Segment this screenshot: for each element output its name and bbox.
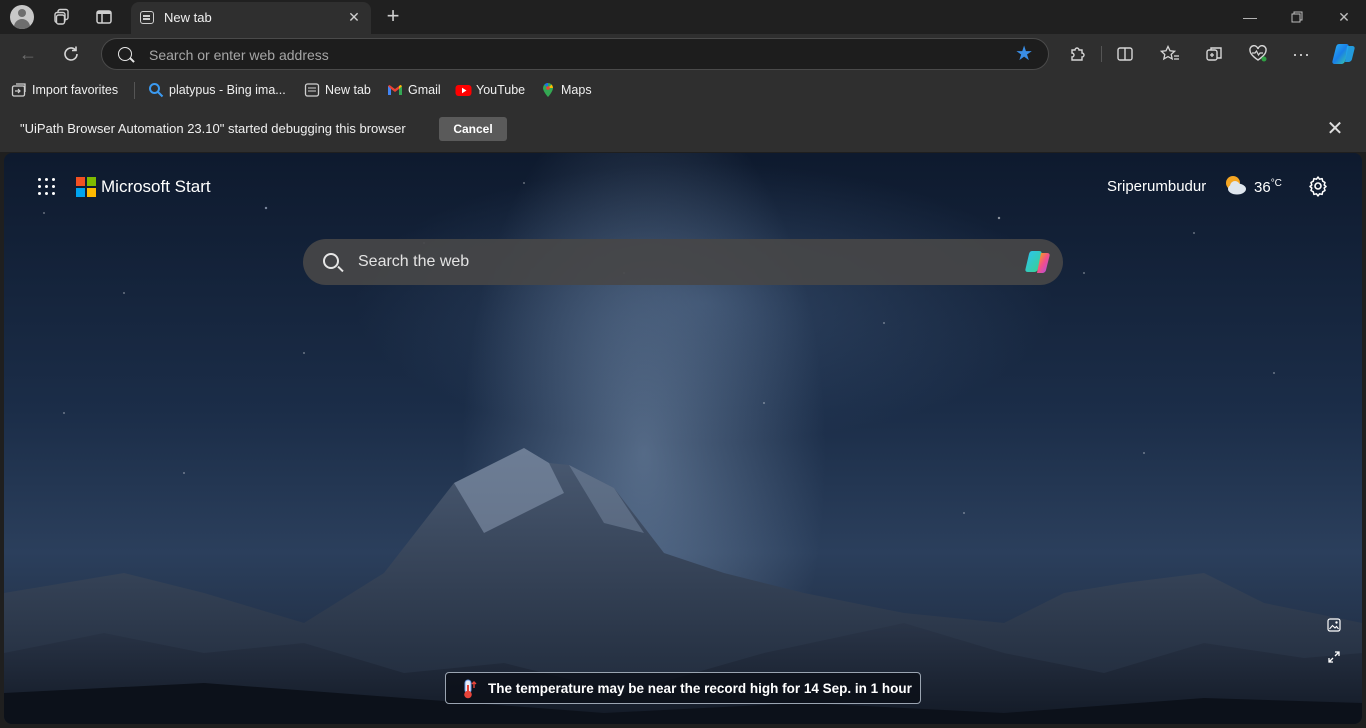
back-arrow-icon[interactable]: ← bbox=[16, 42, 40, 66]
weather-temperature[interactable]: 36°C bbox=[1254, 178, 1282, 196]
search-icon bbox=[118, 47, 132, 61]
microsoft-start-brand[interactable]: Microsoft Start bbox=[101, 177, 211, 197]
favorites-divider bbox=[134, 82, 135, 99]
new-tab-page-icon bbox=[304, 82, 320, 98]
expand-icon[interactable] bbox=[1327, 650, 1343, 666]
minimize-icon[interactable]: — bbox=[1236, 6, 1264, 28]
weather-alert-notice[interactable]: The temperature may be near the record h… bbox=[445, 672, 921, 704]
browser-toolbar: ← ★ ··· bbox=[0, 34, 1366, 74]
favorite-gmail[interactable]: Gmail bbox=[387, 81, 441, 99]
favorites-bar: Import favorites platypus - Bing ima... … bbox=[0, 74, 1366, 106]
copilot-icon[interactable] bbox=[1023, 247, 1053, 277]
maps-icon bbox=[540, 82, 556, 98]
web-search-input[interactable] bbox=[358, 252, 998, 272]
address-input[interactable] bbox=[149, 45, 989, 65]
background-image-icon[interactable] bbox=[1327, 618, 1343, 634]
favorite-star-icon[interactable]: ★ bbox=[1015, 43, 1033, 65]
favorite-label: Gmail bbox=[408, 83, 441, 97]
split-screen-icon[interactable] bbox=[1113, 42, 1137, 66]
favorite-import[interactable]: Import favorites bbox=[11, 81, 118, 99]
debugging-infobar: "UiPath Browser Automation 23.10" starte… bbox=[0, 106, 1366, 152]
vertical-tabs-icon[interactable] bbox=[93, 6, 115, 28]
favorites-icon[interactable] bbox=[1158, 42, 1182, 66]
close-tab-icon[interactable]: ✕ bbox=[345, 8, 363, 26]
import-favorites-icon bbox=[11, 82, 27, 98]
favorite-bing-images[interactable]: platypus - Bing ima... bbox=[148, 81, 286, 99]
new-tab-page: Microsoft Start Sriperumbudur 36°C Searc… bbox=[4, 153, 1362, 724]
favorite-label: YouTube bbox=[476, 83, 526, 97]
extensions-icon[interactable] bbox=[1065, 42, 1089, 66]
tab-new-tab[interactable]: New tab ✕ bbox=[131, 2, 371, 34]
weather-location[interactable]: Sriperumbudur bbox=[1107, 178, 1206, 195]
app-launcher-icon[interactable] bbox=[38, 178, 58, 198]
collections-icon[interactable] bbox=[1202, 42, 1226, 66]
refresh-icon[interactable] bbox=[59, 42, 83, 66]
address-bar[interactable]: ★ bbox=[101, 38, 1049, 70]
microsoft-logo-icon bbox=[76, 177, 96, 197]
search-icon bbox=[323, 253, 339, 269]
more-options-icon[interactable]: ··· bbox=[1289, 42, 1313, 66]
favorite-youtube[interactable]: YouTube bbox=[455, 81, 525, 99]
profile-avatar[interactable] bbox=[10, 5, 34, 29]
favorite-label: Maps bbox=[561, 83, 592, 97]
favorite-label: platypus - Bing ima... bbox=[169, 83, 286, 97]
copilot-icon[interactable] bbox=[1331, 41, 1357, 67]
gmail-icon bbox=[387, 82, 403, 98]
web-search-box[interactable] bbox=[303, 239, 1063, 285]
workspaces-icon[interactable] bbox=[51, 6, 73, 28]
bing-search-icon bbox=[148, 82, 164, 98]
favorite-label: New tab bbox=[325, 83, 371, 97]
thermometer-icon bbox=[464, 679, 477, 699]
title-bar: New tab ✕ + — ✕ bbox=[0, 0, 1366, 34]
weather-alert-text: The temperature may be near the record h… bbox=[488, 681, 912, 696]
temperature-value: 36 bbox=[1254, 179, 1271, 196]
temperature-unit: °C bbox=[1270, 178, 1282, 189]
page-settings-gear-icon[interactable] bbox=[1307, 175, 1329, 197]
tab-title: New tab bbox=[164, 10, 212, 25]
restore-icon[interactable] bbox=[1283, 6, 1311, 28]
favorite-maps[interactable]: Maps bbox=[540, 81, 592, 99]
new-tab-page-icon bbox=[140, 11, 154, 24]
close-infobar-icon[interactable]: ✕ bbox=[1323, 117, 1347, 141]
close-window-icon[interactable]: ✕ bbox=[1330, 6, 1358, 28]
infobar-message: "UiPath Browser Automation 23.10" starte… bbox=[20, 121, 406, 136]
partly-cloudy-weather-icon[interactable] bbox=[1222, 173, 1248, 197]
youtube-icon bbox=[455, 82, 472, 98]
cancel-debugging-button[interactable]: Cancel bbox=[439, 117, 507, 141]
new-tab-button[interactable]: + bbox=[381, 4, 405, 30]
browser-essentials-icon[interactable] bbox=[1246, 42, 1270, 66]
favorite-label: Import favorites bbox=[32, 83, 119, 97]
favorite-new-tab[interactable]: New tab bbox=[304, 81, 371, 99]
toolbar-divider bbox=[1101, 46, 1102, 62]
